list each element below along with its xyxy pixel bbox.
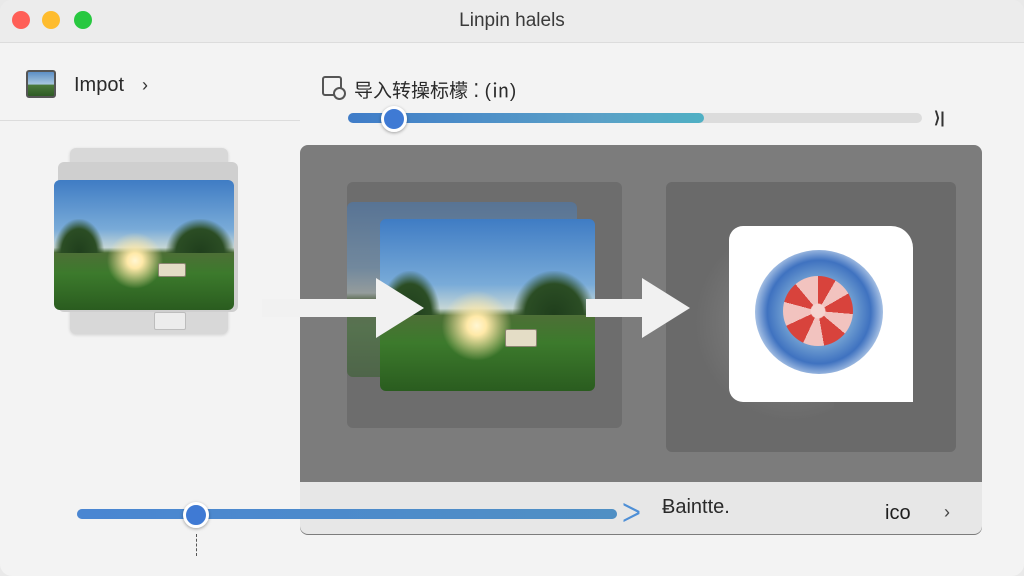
output-app-icon[interactable]	[729, 226, 913, 402]
convert-label: 导入转操标檬 ⁚ (㏌)	[354, 81, 517, 102]
skip-end-icon[interactable]: ⟩|	[934, 108, 945, 128]
chevron-right-icon[interactable]: ›	[944, 502, 950, 523]
slider-fill	[77, 509, 617, 519]
divider	[0, 120, 300, 121]
import-button[interactable]: Impot ›	[26, 70, 286, 102]
tree-shape	[513, 270, 595, 316]
window-title: Linpin halels	[459, 10, 565, 31]
stack-device-ghost	[154, 312, 186, 330]
import-label: Impot	[74, 74, 125, 96]
quality-slider[interactable]	[77, 502, 617, 528]
device-shape	[158, 263, 186, 277]
image-icon	[26, 70, 56, 98]
app-window: Linpin halels Impot › 导入转操标檬 ⁚ (㏌) ⟩| Ƀa…	[0, 0, 1024, 576]
convert-icon	[322, 76, 346, 100]
chevron-right-icon: ›	[142, 75, 148, 95]
source-image-thumbnail[interactable]	[54, 180, 234, 310]
format-bar: Ƀaintte. ico ›	[300, 482, 982, 534]
preview-panel: Ƀaintte. ico ›	[300, 145, 982, 535]
swirl-icon	[783, 276, 853, 346]
arrow-right-icon	[262, 278, 424, 338]
slider-knob[interactable]	[380, 106, 407, 132]
output-icon-card	[666, 182, 956, 452]
tree-shape	[165, 219, 234, 253]
titlebar: Linpin halels	[0, 0, 1024, 43]
device-shape	[504, 329, 537, 347]
arrow-right-icon	[586, 278, 690, 338]
slider-tick	[196, 534, 198, 556]
format-caption: Ƀaintte.	[662, 496, 730, 518]
format-select[interactable]: ico	[885, 502, 911, 525]
chevron-right-icon[interactable]: ᐳ	[622, 498, 641, 529]
size-slider[interactable]	[348, 106, 922, 132]
slider-knob[interactable]	[182, 502, 209, 528]
tree-shape	[54, 219, 105, 253]
